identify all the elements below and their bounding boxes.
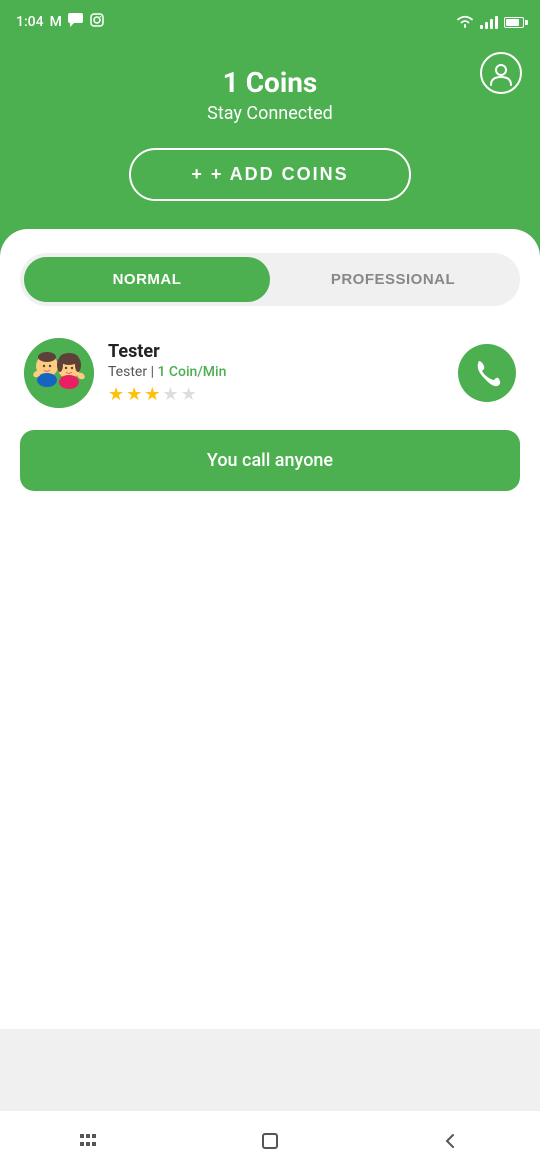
home-icon[interactable]: [245, 1116, 295, 1166]
call-anyone-banner[interactable]: You call anyone: [20, 430, 520, 491]
chat-icon: [68, 13, 84, 31]
user-meta-label: Tester: [108, 364, 147, 380]
star-3: ★: [144, 384, 160, 405]
user-item: Tester Tester | 1 Coin/Min ★ ★ ★ ★ ★: [20, 326, 520, 420]
user-meta: Tester | 1 Coin/Min: [108, 364, 444, 380]
stay-connected: Stay Connected: [207, 103, 333, 124]
plus-icon: +: [191, 164, 203, 185]
signal-icon: [480, 15, 498, 29]
star-5: ★: [181, 384, 197, 405]
time-display: 1:04: [16, 14, 44, 30]
battery-icon: [504, 13, 524, 32]
status-bar: 1:04 M: [0, 0, 540, 44]
wifi-icon: [456, 13, 474, 32]
star-1: ★: [108, 384, 124, 405]
star-2: ★: [126, 384, 142, 405]
tab-switcher: NORMAL PROFESSIONAL: [20, 253, 520, 306]
profile-button[interactable]: [480, 52, 522, 94]
star-4: ★: [162, 384, 178, 405]
status-right: [456, 13, 524, 32]
call-button[interactable]: [458, 344, 516, 402]
status-left: 1:04 M: [16, 13, 104, 31]
coins-title: 1 Coins: [223, 66, 318, 99]
user-name: Tester: [108, 341, 444, 362]
tab-normal[interactable]: NORMAL: [24, 257, 270, 302]
user-info: Tester Tester | 1 Coin/Min ★ ★ ★ ★ ★: [108, 341, 444, 405]
main-card: NORMAL PROFESSIONAL: [0, 229, 540, 1029]
add-coins-label: + ADD COINS: [211, 164, 349, 185]
instagram-icon: [90, 13, 104, 31]
add-coins-button[interactable]: + + ADD COINS: [129, 148, 410, 201]
avatar: [24, 338, 94, 408]
coin-cost: 1 Coin/Min: [157, 364, 226, 380]
gmail-icon: M: [50, 14, 62, 30]
bottom-nav: [0, 1110, 540, 1170]
star-rating: ★ ★ ★ ★ ★: [108, 384, 444, 405]
menu-icon[interactable]: [65, 1116, 115, 1166]
tab-professional[interactable]: PROFESSIONAL: [270, 257, 516, 302]
back-icon[interactable]: [425, 1116, 475, 1166]
